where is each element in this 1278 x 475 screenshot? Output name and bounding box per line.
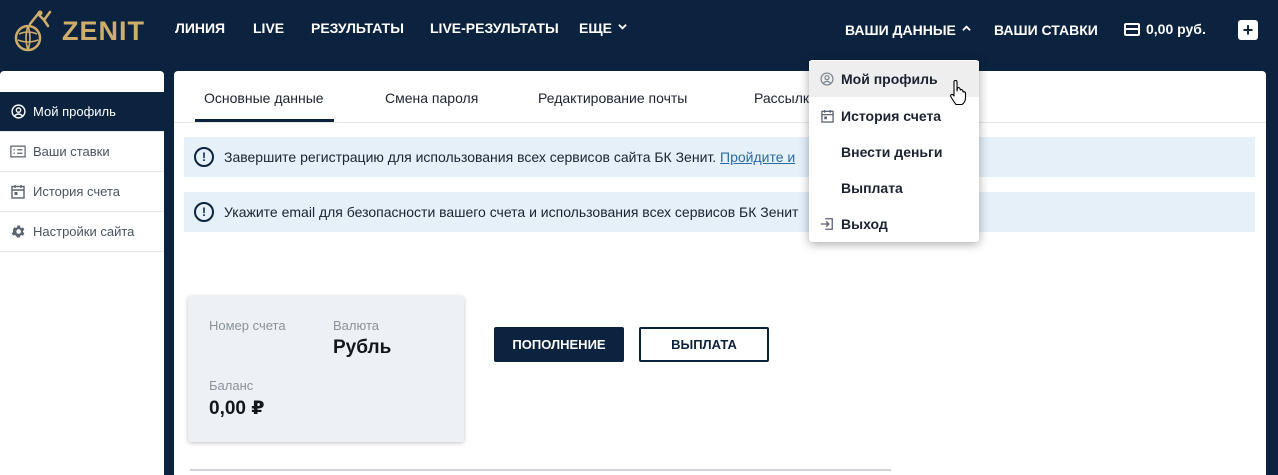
menu-item-label: История счета [841, 108, 942, 124]
add-funds-button[interactable]: + [1238, 20, 1258, 40]
currency-label: Валюта [333, 318, 379, 333]
sidebar-item-label: Настройки сайта [33, 224, 135, 239]
balance-label: Баланс [209, 378, 254, 393]
tab-edit-email[interactable]: Редактирование почты [538, 90, 687, 106]
nav-line[interactable]: ЛИНИЯ [175, 20, 225, 36]
menu-item-logout[interactable]: Выход [809, 206, 979, 242]
nav-live-results[interactable]: LIVE-РЕЗУЛЬТАТЫ [430, 20, 559, 36]
profile-main-panel: Основные данные Смена пароля Редактирова… [174, 71, 1266, 475]
info-icon: ! [194, 202, 214, 222]
gear-icon [10, 224, 26, 240]
menu-item-label: Выплата [841, 180, 903, 196]
logout-icon [820, 217, 834, 231]
zenit-logo[interactable]: ZENIT [10, 6, 145, 56]
divider [190, 469, 891, 471]
hand-cursor-icon [950, 80, 967, 106]
registration-notice: ! Завершите регистрацию для использовани… [184, 137, 1255, 177]
account-menu-toggle[interactable]: ВАШИ ДАННЫЕ [845, 22, 971, 38]
logo-wordmark: ZENIT [62, 15, 145, 46]
balance-value: 0,00 ₽ [209, 398, 265, 419]
wallet-icon [1124, 22, 1140, 36]
email-notice: ! Укажите email для безопасности вашего … [184, 192, 1255, 232]
chevron-up-icon [962, 25, 971, 31]
balance-amount: 0,00 руб. [1146, 21, 1206, 37]
active-tab-indicator [195, 119, 334, 122]
zenit-emblem-icon [14, 10, 52, 52]
currency-value: Рубль [333, 337, 392, 358]
tab-main-data[interactable]: Основные данные [204, 90, 324, 106]
profile-sidebar: Мой профиль Ваши ставки История счета На… [0, 71, 164, 475]
calendar-icon [820, 109, 834, 123]
deposit-button[interactable]: ПОПОЛНЕНИЕ [494, 327, 624, 362]
nav-my-bets[interactable]: ВАШИ СТАВКИ [994, 22, 1098, 38]
nav-results[interactable]: РЕЗУЛЬТАТЫ [311, 20, 404, 36]
account-number-label: Номер счета [209, 318, 286, 333]
account-menu-label: ВАШИ ДАННЫЕ [845, 22, 956, 38]
user-circle-icon [820, 72, 834, 86]
menu-item-label: Выход [841, 216, 888, 232]
withdraw-button[interactable]: ВЫПЛАТА [639, 327, 769, 362]
info-icon: ! [194, 147, 214, 167]
sidebar-item-label: Ваши ставки [33, 144, 110, 159]
account-card: Номер счета Валюта Рубль Баланс 0,00 ₽ [188, 296, 464, 442]
user-circle-icon [10, 104, 26, 120]
complete-registration-link[interactable]: Пройдите и [720, 149, 795, 165]
nav-live[interactable]: LIVE [253, 20, 284, 36]
balance-display[interactable]: 0,00 руб. [1124, 21, 1206, 37]
menu-item-label: Мой профиль [841, 71, 938, 87]
top-navigation-bar: ZENIT ЛИНИЯ LIVE РЕЗУЛЬТАТЫ LIVE-РЕЗУЛЬТ… [0, 0, 1278, 62]
sidebar-item-label: История счета [33, 184, 120, 199]
menu-item-label: Внести деньги [841, 144, 943, 160]
sidebar-item-bets[interactable]: Ваши ставки [0, 132, 164, 172]
calendar-icon [10, 184, 26, 200]
sidebar-item-history[interactable]: История счета [0, 172, 164, 212]
sidebar-item-label: Мой профиль [33, 104, 116, 119]
chevron-down-icon [618, 24, 627, 30]
sidebar-item-settings[interactable]: Настройки сайта [0, 212, 164, 252]
tab-newsletter[interactable]: Рассылк [754, 90, 809, 106]
notice-text: Укажите email для безопасности вашего сч… [224, 204, 799, 220]
menu-item-withdraw[interactable]: Выплата [809, 170, 979, 206]
profile-tabs: Основные данные Смена пароля Редактирова… [174, 71, 1266, 123]
bets-list-icon [10, 144, 26, 160]
nav-more-label: ЕЩЕ [579, 20, 612, 36]
sidebar-item-profile[interactable]: Мой профиль [0, 92, 164, 132]
nav-more[interactable]: ЕЩЕ [579, 20, 627, 36]
menu-item-deposit[interactable]: Внести деньги [809, 134, 979, 170]
tab-change-password[interactable]: Смена пароля [385, 90, 478, 106]
notice-text: Завершите регистрацию для использования … [224, 149, 717, 165]
